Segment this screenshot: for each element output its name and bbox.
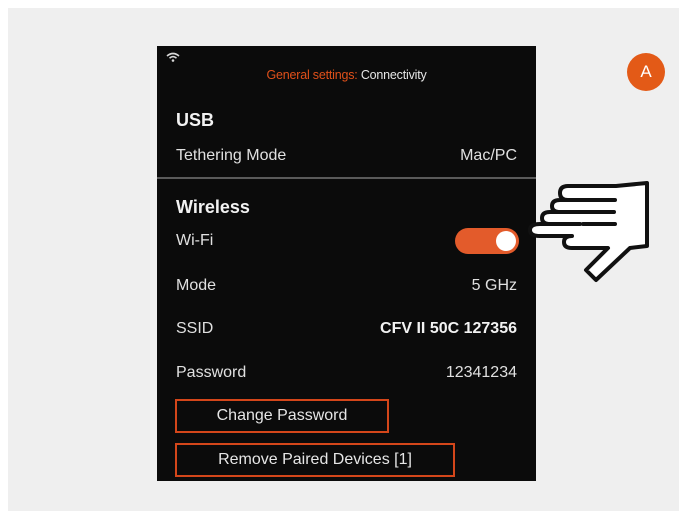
breadcrumb: General settings: Connectivity (157, 68, 536, 82)
mode-label[interactable]: Mode (176, 277, 216, 295)
wifi-toggle[interactable] (455, 228, 519, 254)
callout-badge: A (627, 53, 665, 91)
breadcrumb-current: Connectivity (360, 68, 427, 82)
ssid-label: SSID (176, 320, 214, 337)
tethering-mode-label[interactable]: Tethering Mode (176, 147, 286, 165)
remove-paired-devices-button[interactable]: Remove Paired Devices [1] (175, 443, 455, 477)
password-value: 12341234 (445, 364, 517, 381)
mode-value[interactable]: 5 GHz (472, 277, 517, 295)
change-password-button[interactable]: Change Password (175, 399, 389, 433)
breadcrumb-parent[interactable]: General settings: (266, 68, 357, 82)
ssid-value: CFV II 50C 127356 (380, 320, 517, 337)
usb-section-title: USB (176, 110, 215, 130)
wifi-toggle-knob (496, 231, 516, 251)
tethering-mode-value[interactable]: Mac/PC (460, 147, 517, 165)
password-label: Password (176, 364, 247, 381)
camera-screen: General settings: Connectivity USB Tethe… (157, 46, 536, 481)
section-divider (157, 177, 536, 179)
wifi-label: Wi-Fi (176, 232, 214, 249)
pointing-hand-icon (528, 181, 649, 282)
wireless-section-title: Wireless (176, 197, 250, 217)
wifi-icon (166, 52, 180, 62)
